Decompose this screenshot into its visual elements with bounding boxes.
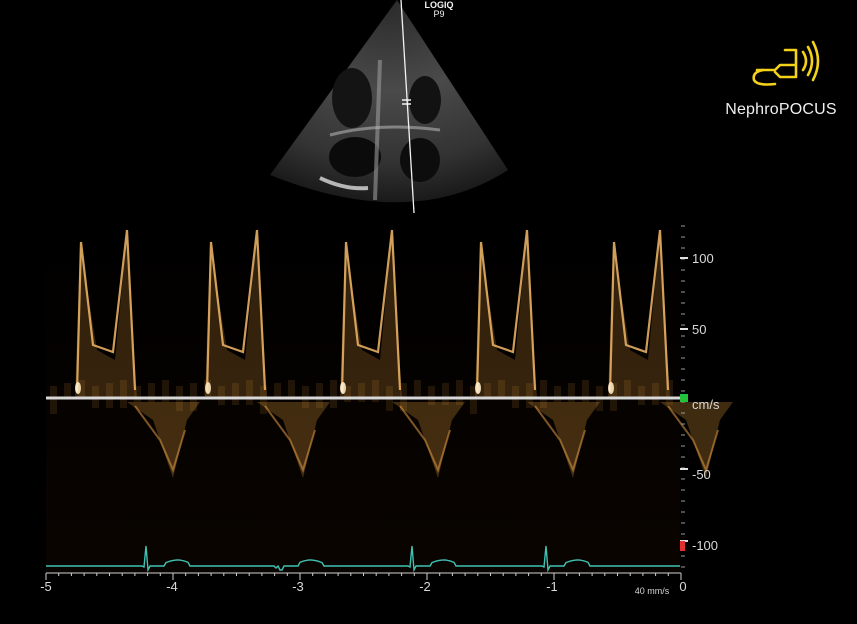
time-tick-label: -1 (546, 579, 558, 594)
time-tick-label: -4 (166, 579, 178, 594)
sweep-speed-label: 40 mm/s (634, 586, 670, 596)
bmode-sector-image (270, 0, 508, 203)
time-tick-label: -2 (419, 579, 431, 594)
scale-bottom-marker (680, 541, 685, 551)
device-model: P9 (433, 9, 445, 19)
velocity-tick-label: 50 (692, 322, 707, 337)
time-tick-label: -5 (40, 579, 52, 594)
ultrasound-probe-icon (752, 40, 820, 86)
velocity-tick-label: -50 (692, 467, 711, 482)
velocity-unit-label: cm/s (692, 397, 720, 412)
brand-name: NephroPOCUS (725, 101, 837, 118)
baseline-marker[interactable] (680, 394, 688, 402)
velocity-tick-label: 100 (692, 251, 714, 266)
time-tick-label: -3 (292, 579, 304, 594)
ultrasound-display (45, 0, 820, 580)
time-axis (45, 572, 682, 580)
velocity-tick-label: -100 (692, 538, 719, 553)
